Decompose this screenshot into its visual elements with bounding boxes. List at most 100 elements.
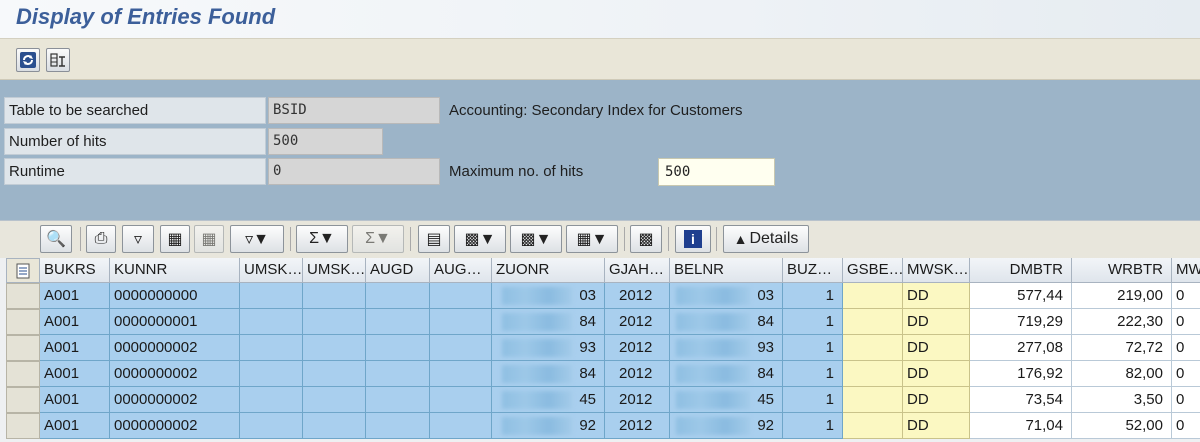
table-cell[interactable]: 1 [783, 335, 843, 361]
table-cell[interactable] [366, 335, 430, 361]
table-cell[interactable]: 84 [492, 361, 605, 387]
change-layout-button[interactable]: ▦▼ [566, 225, 618, 253]
column-header-zuonr[interactable]: ZUONR [492, 258, 605, 283]
table-cell[interactable]: A001 [40, 309, 110, 335]
table-cell[interactable]: 52,00 [1072, 413, 1172, 439]
table-cell[interactable]: 0 [1172, 413, 1200, 439]
table-cell[interactable]: 92 [492, 413, 605, 439]
table-cell[interactable] [240, 361, 303, 387]
print-preview-button[interactable]: ▤ [418, 225, 450, 253]
table-cell[interactable]: DD [903, 309, 970, 335]
information-button[interactable]: i [675, 225, 711, 253]
table-cell[interactable]: 0 [1172, 361, 1200, 387]
table-cell[interactable]: 03 [670, 283, 783, 309]
column-header-kunnr[interactable]: KUNNR [110, 258, 240, 283]
column-header-gsbe[interactable]: GSBE… [843, 258, 903, 283]
row-selector[interactable] [6, 413, 40, 439]
table-cell[interactable]: 3,50 [1072, 387, 1172, 413]
find-button[interactable]: ▦ [160, 225, 190, 253]
table-cell[interactable] [430, 283, 492, 309]
table-cell[interactable]: 2012 [605, 335, 670, 361]
column-header-mwsk[interactable]: MWSK… [903, 258, 970, 283]
table-cell[interactable]: 2012 [605, 283, 670, 309]
table-cell[interactable]: 719,29 [970, 309, 1072, 335]
table-cell[interactable] [303, 283, 366, 309]
table-cell[interactable]: 0000000000 [110, 283, 240, 309]
table-cell[interactable] [303, 361, 366, 387]
row-selector[interactable] [6, 335, 40, 361]
table-cell[interactable]: 0 [1172, 283, 1200, 309]
column-header-aug[interactable]: AUG… [430, 258, 492, 283]
column-header-dmbtr[interactable]: DMBTR [970, 258, 1072, 283]
table-cell[interactable] [240, 283, 303, 309]
table-cell[interactable]: A001 [40, 413, 110, 439]
table-cell[interactable]: 84 [492, 309, 605, 335]
subtotal-button[interactable]: Σ▼ [352, 225, 404, 253]
table-cell[interactable] [843, 413, 903, 439]
zoom-button[interactable]: 🔍 [40, 225, 72, 253]
max-hits-input[interactable]: 500 [658, 158, 775, 186]
table-cell[interactable]: 1 [783, 413, 843, 439]
table-cell[interactable]: 1 [783, 387, 843, 413]
table-cell[interactable]: A001 [40, 335, 110, 361]
table-cell[interactable] [843, 309, 903, 335]
table-cell[interactable] [366, 387, 430, 413]
select-all-button[interactable] [6, 258, 40, 283]
table-cell[interactable] [843, 283, 903, 309]
table-cell[interactable]: 84 [670, 361, 783, 387]
table-cell[interactable] [303, 413, 366, 439]
table-cell[interactable]: 2012 [605, 361, 670, 387]
table-cell[interactable] [240, 387, 303, 413]
details-button[interactable]: ▲ Details [723, 225, 809, 253]
table-cell[interactable]: 0000000002 [110, 413, 240, 439]
table-cell[interactable] [430, 361, 492, 387]
table-cell[interactable] [303, 387, 366, 413]
table-cell[interactable]: 93 [670, 335, 783, 361]
table-cell[interactable] [240, 335, 303, 361]
table-cell[interactable]: 92 [670, 413, 783, 439]
table-cell[interactable]: DD [903, 413, 970, 439]
table-cell[interactable]: 0000000002 [110, 335, 240, 361]
table-cell[interactable]: 0000000002 [110, 387, 240, 413]
row-selector[interactable] [6, 283, 40, 309]
table-cell[interactable]: 176,92 [970, 361, 1072, 387]
column-header-bukrs[interactable]: BUKRS [40, 258, 110, 283]
column-header-umsk[interactable]: UMSK… [240, 258, 303, 283]
table-cell[interactable] [843, 387, 903, 413]
table-cell[interactable]: 1 [783, 283, 843, 309]
table-cell[interactable]: 71,04 [970, 413, 1072, 439]
export-button[interactable]: ▩▼ [454, 225, 506, 253]
column-header-mw[interactable]: MW [1172, 258, 1200, 283]
technical-settings-button[interactable] [46, 48, 70, 72]
table-cell[interactable]: 2012 [605, 387, 670, 413]
column-header-augd[interactable]: AUGD [366, 258, 430, 283]
table-cell[interactable]: DD [903, 387, 970, 413]
spreadsheet-button[interactable]: ▩▼ [510, 225, 562, 253]
table-cell[interactable]: 0 [1172, 309, 1200, 335]
table-cell[interactable] [366, 361, 430, 387]
table-cell[interactable]: 2012 [605, 309, 670, 335]
filter-button[interactable]: ▿ [122, 225, 154, 253]
column-header-gjah[interactable]: GJAH… [605, 258, 670, 283]
table-cell[interactable]: 222,30 [1072, 309, 1172, 335]
table-cell[interactable] [366, 309, 430, 335]
table-cell[interactable] [430, 335, 492, 361]
column-header-buz[interactable]: BUZ… [783, 258, 843, 283]
table-cell[interactable] [240, 309, 303, 335]
table-cell[interactable] [430, 413, 492, 439]
graphic-button[interactable]: ▩ [630, 225, 662, 253]
column-header-umsk[interactable]: UMSK… [303, 258, 366, 283]
sum-button[interactable]: Σ▼ [296, 225, 348, 253]
table-cell[interactable]: 0 [1172, 335, 1200, 361]
table-cell[interactable]: A001 [40, 361, 110, 387]
table-cell[interactable] [843, 335, 903, 361]
table-cell[interactable]: 0000000001 [110, 309, 240, 335]
table-cell[interactable]: 84 [670, 309, 783, 335]
table-cell[interactable]: 0000000002 [110, 361, 240, 387]
print-button[interactable]: ⎙ [86, 225, 116, 253]
table-cell[interactable]: DD [903, 283, 970, 309]
table-cell[interactable]: A001 [40, 387, 110, 413]
find-next-button[interactable]: ▦ [194, 225, 224, 253]
column-header-belnr[interactable]: BELNR [670, 258, 783, 283]
table-cell[interactable]: 1 [783, 361, 843, 387]
